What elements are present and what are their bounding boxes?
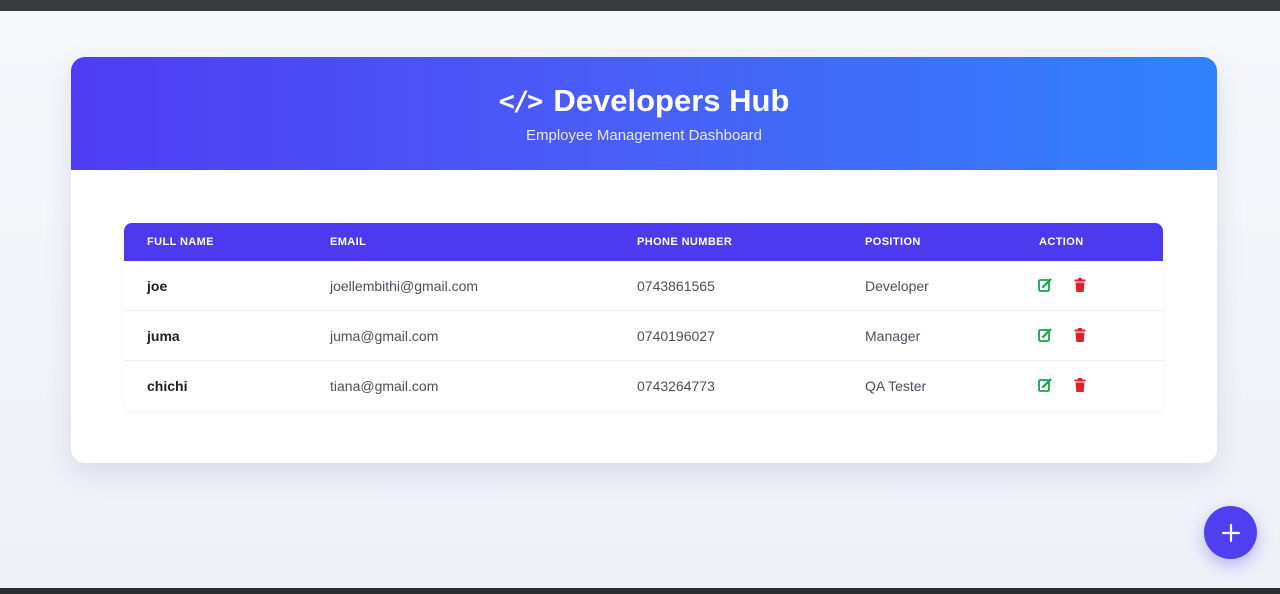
plus-icon — [1221, 523, 1240, 542]
trash-icon[interactable] — [1072, 277, 1088, 293]
column-header-action: ACTION — [1039, 236, 1084, 248]
cell-full-name: joe — [147, 278, 168, 294]
column-header-full-name: FULL NAME — [147, 236, 214, 248]
table-row: juma juma@gmail.com 0740196027 Manager — [124, 311, 1163, 361]
cell-full-name: juma — [147, 328, 180, 344]
page-title: Developers Hub — [553, 83, 790, 118]
edit-icon[interactable] — [1037, 277, 1053, 293]
column-header-phone-number: PHONE NUMBER — [637, 236, 733, 248]
column-header-position: POSITION — [865, 236, 921, 248]
table-row: joe joellembithi@gmail.com 0743861565 De… — [124, 261, 1163, 311]
cell-email: joellembithi@gmail.com — [330, 278, 479, 294]
title-row: </> Developers Hub — [71, 81, 1217, 121]
dashboard-card: </> Developers Hub Employee Management D… — [71, 57, 1217, 463]
browser-top-bar — [0, 0, 1280, 11]
add-employee-button[interactable] — [1204, 506, 1257, 559]
edit-icon[interactable] — [1037, 327, 1053, 343]
code-icon: </> — [498, 85, 544, 117]
column-header-email: EMAIL — [330, 236, 367, 248]
trash-icon[interactable] — [1072, 377, 1088, 393]
page-subtitle: Employee Management Dashboard — [526, 127, 762, 144]
cell-position: Developer — [865, 278, 929, 294]
table-row: chichi tiana@gmail.com 0743264773 QA Tes… — [124, 361, 1163, 410]
cell-full-name: chichi — [147, 378, 188, 394]
cell-phone-number: 0743264773 — [637, 378, 715, 394]
cell-email: juma@gmail.com — [330, 328, 439, 344]
cell-position: QA Tester — [865, 378, 927, 394]
employees-table: FULL NAME EMAIL PHONE NUMBER POSITION AC… — [124, 223, 1163, 410]
cell-phone-number: 0743861565 — [637, 278, 715, 294]
trash-icon[interactable] — [1072, 327, 1088, 343]
edit-icon[interactable] — [1037, 377, 1053, 393]
dashboard-header: </> Developers Hub Employee Management D… — [71, 57, 1217, 170]
cell-email: tiana@gmail.com — [330, 378, 439, 394]
cell-position: Manager — [865, 328, 921, 344]
taskbar — [0, 588, 1280, 594]
table-header: FULL NAME EMAIL PHONE NUMBER POSITION AC… — [124, 223, 1163, 261]
cell-phone-number: 0740196027 — [637, 328, 715, 344]
